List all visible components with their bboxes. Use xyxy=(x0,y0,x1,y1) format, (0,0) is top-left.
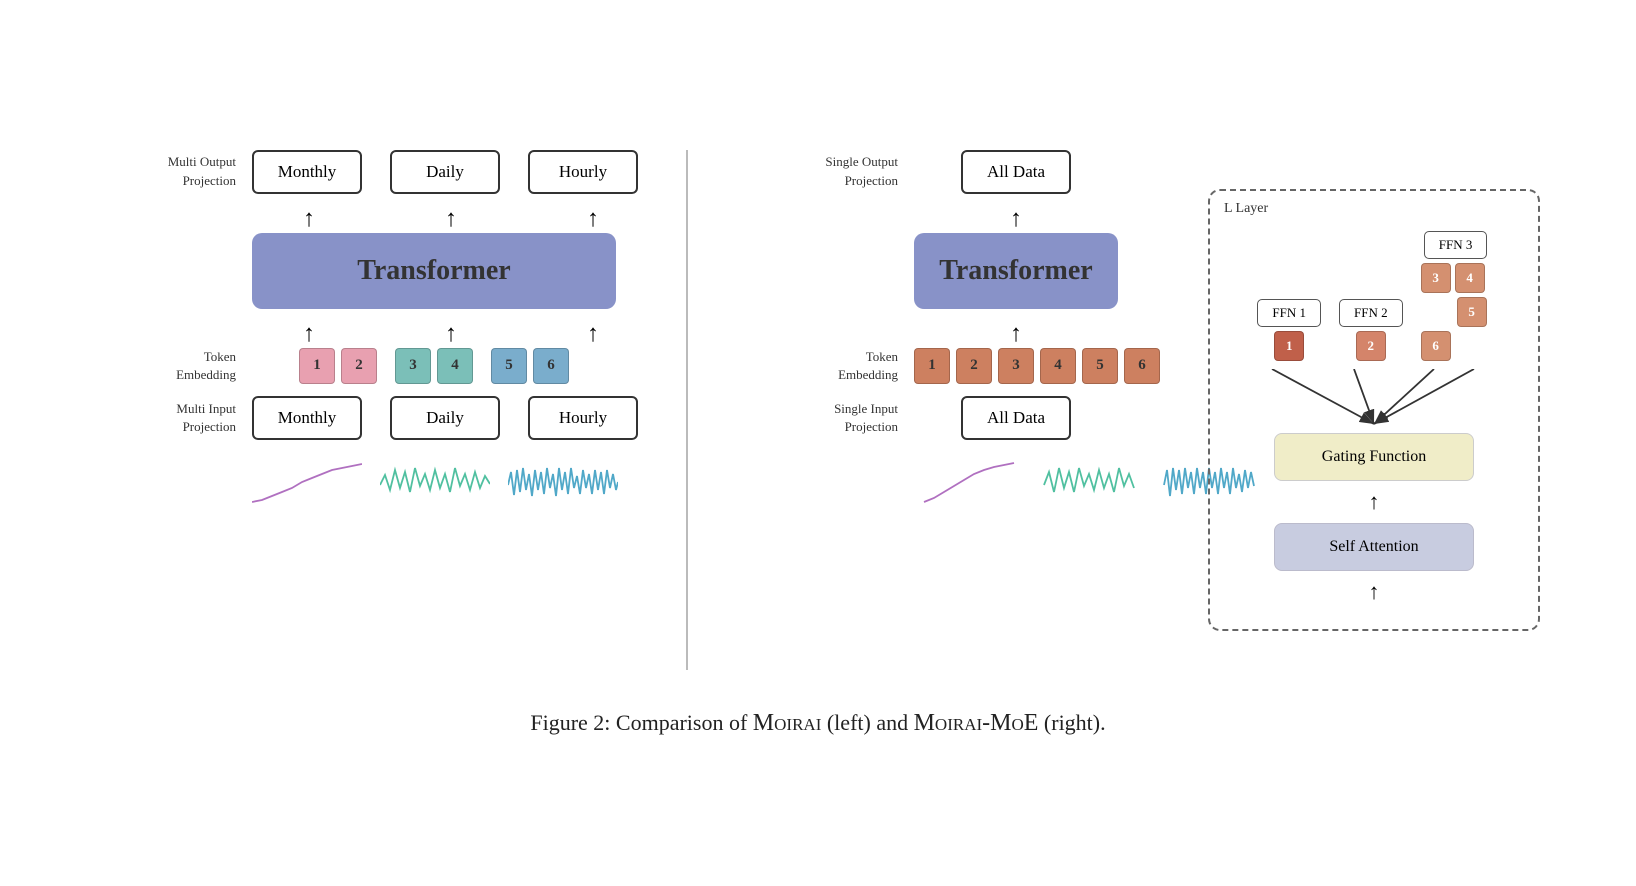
ffn-3-token-6: 6 xyxy=(1421,331,1451,361)
caption-suffix: (right). xyxy=(1038,710,1105,735)
arrow-up-alldata-out: ↑ xyxy=(1010,206,1022,233)
ffn-3-token-4: 4 xyxy=(1455,263,1485,293)
waveform-hourly-left xyxy=(508,460,618,510)
ffn-3-label: FFN 3 xyxy=(1424,231,1488,259)
multi-input-boxes: Monthly Daily Hourly xyxy=(252,396,638,440)
ffn-row: FFN 1 1 FFN 2 2 FFN 3 3 xyxy=(1257,231,1490,361)
token-3: 3 xyxy=(395,348,431,384)
arrow-row-right-mid: ↑ xyxy=(758,321,1118,348)
token-2: 2 xyxy=(341,348,377,384)
input-all-data: All Data xyxy=(961,396,1071,440)
ffn-2-tokens: 2 xyxy=(1356,331,1386,361)
output-monthly: Monthly xyxy=(252,150,362,194)
waveforms-left xyxy=(96,460,616,510)
token-embedding-label-left: TokenEmbedding xyxy=(96,348,236,384)
ffn-1-token-1: 1 xyxy=(1274,331,1304,361)
single-input-row: Single InputProjection All Data xyxy=(758,396,1118,440)
waveform-monthly-left xyxy=(252,460,362,510)
caption-moirai: Moirai xyxy=(753,710,822,736)
arrow-row-top: ↑ ↑ ↑ xyxy=(96,206,616,233)
token-r6: 6 xyxy=(1124,348,1160,384)
output-hourly: Hourly xyxy=(528,150,638,194)
multi-input-row: Multi InputProjection Monthly Daily Hour… xyxy=(96,396,616,440)
right-diagram: Single OutputProjection All Data ↑ Trans… xyxy=(758,150,1118,510)
caption-moirai-moe: Moirai-MoE xyxy=(914,710,1039,736)
ffn-3-token-3: 3 xyxy=(1421,263,1451,293)
ffn-2-label: FFN 2 xyxy=(1339,299,1403,327)
multi-output-label: Multi OutputProjection xyxy=(96,153,236,189)
input-daily: Daily xyxy=(390,396,500,440)
token-1: 1 xyxy=(299,348,335,384)
figure-caption: Figure 2: Comparison of Moirai (left) an… xyxy=(530,710,1105,737)
ffn-2-token-2: 2 xyxy=(1356,331,1386,361)
output-all-data: All Data xyxy=(961,150,1071,194)
vertical-divider xyxy=(686,150,688,670)
token-r5: 5 xyxy=(1082,348,1118,384)
arrow-up-monthly: ↑ xyxy=(252,206,366,233)
transformer-left: Transformer xyxy=(252,233,616,309)
token-embedding-row-right: TokenEmbedding 1 2 3 4 5 6 xyxy=(758,348,1118,384)
arrow-up2-monthly: ↑ xyxy=(252,321,366,348)
self-attention-box: Self Attention xyxy=(1274,523,1474,571)
ffn-1-tokens: 1 xyxy=(1274,331,1304,361)
token-embedding-row-left: TokenEmbedding 1 2 3 4 5 6 xyxy=(96,348,616,384)
multi-output-row: Multi OutputProjection Monthly Daily Hou… xyxy=(96,150,616,194)
waveform-monthly-right xyxy=(914,460,1024,510)
ffn-1-label: FFN 1 xyxy=(1257,299,1321,327)
multi-input-label: Multi InputProjection xyxy=(96,400,236,436)
arrow-gating-to-self: ↑ xyxy=(1369,489,1380,515)
token-5: 5 xyxy=(491,348,527,384)
input-hourly: Hourly xyxy=(528,396,638,440)
input-monthly: Monthly xyxy=(252,396,362,440)
main-container: Multi OutputProjection Monthly Daily Hou… xyxy=(0,110,1636,777)
single-input-label: Single InputProjection xyxy=(758,400,898,436)
arrow-up2-daily: ↑ xyxy=(394,321,508,348)
output-daily: Daily xyxy=(390,150,500,194)
single-output-label: Single OutputProjection xyxy=(758,153,898,189)
token-group-blue: 5 6 xyxy=(491,348,569,384)
token-r3: 3 xyxy=(998,348,1034,384)
token-r1: 1 xyxy=(914,348,950,384)
token-embedding-label-right: TokenEmbedding xyxy=(758,348,898,384)
token-group-teal: 3 4 xyxy=(395,348,473,384)
token-r2: 2 xyxy=(956,348,992,384)
diagrams-row: Multi OutputProjection Monthly Daily Hou… xyxy=(60,150,1576,670)
gating-function-box: Gating Function xyxy=(1274,433,1474,481)
token-6: 6 xyxy=(533,348,569,384)
waveforms-right xyxy=(758,460,1118,510)
transformer-row-left: Transformer xyxy=(96,233,616,309)
multi-output-boxes: Monthly Daily Hourly xyxy=(252,150,638,194)
ffn-to-gating-arrows xyxy=(1234,369,1514,429)
caption-prefix: Figure 2: Comparison of xyxy=(530,710,752,735)
arrow-row-right-top: ↑ xyxy=(758,206,1118,233)
arrow-up-tokens-right: ↑ xyxy=(1010,321,1022,348)
ffn-3-group: FFN 3 3 4 5 6 xyxy=(1421,231,1491,361)
waveform-daily-left xyxy=(380,460,490,510)
l-layer-box: L Layer FFN 1 1 FFN 2 2 xyxy=(1208,189,1540,631)
arrow-into-self: ↑ xyxy=(1369,579,1380,605)
ffn-3-token-5: 5 xyxy=(1457,297,1487,327)
ffn-1-group: FFN 1 1 xyxy=(1257,299,1321,361)
arrow-up-daily: ↑ xyxy=(394,206,508,233)
arrow-row-bottom: ↑ ↑ ↑ xyxy=(96,321,616,348)
arrow-up-hourly: ↑ xyxy=(536,206,650,233)
transformer-right: Transformer xyxy=(914,233,1118,309)
token-r4: 4 xyxy=(1040,348,1076,384)
token-group-pink: 1 2 xyxy=(299,348,377,384)
arrows-svg xyxy=(1234,369,1514,429)
token-4: 4 xyxy=(437,348,473,384)
waveform-daily-right xyxy=(1034,460,1144,510)
single-output-row: Single OutputProjection All Data xyxy=(758,150,1118,194)
left-diagram: Multi OutputProjection Monthly Daily Hou… xyxy=(96,150,616,510)
ffn-3-tokens: 3 4 5 6 xyxy=(1421,263,1491,361)
caption-middle: (left) and xyxy=(821,710,913,735)
arrow-up2-hourly: ↑ xyxy=(536,321,650,348)
ffn-2-group: FFN 2 2 xyxy=(1339,299,1403,361)
transformer-row-right: Transformer xyxy=(758,233,1118,309)
l-layer-label: L Layer xyxy=(1224,201,1268,217)
